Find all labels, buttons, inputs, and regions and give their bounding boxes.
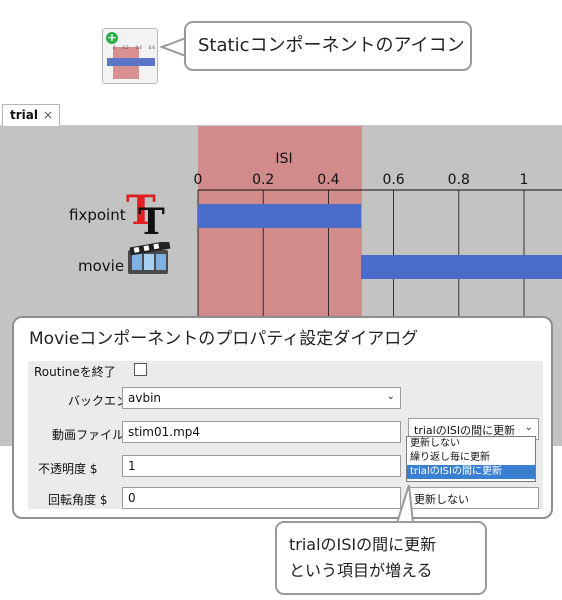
tick-label: 0.8 bbox=[448, 172, 470, 188]
new-option-callout: trialのISIの間に更新 という項目が増える bbox=[275, 521, 487, 595]
movie-component-icon[interactable] bbox=[126, 242, 174, 278]
movie-file-label: 動画ファイル bbox=[52, 428, 125, 442]
component-label-fixpoint[interactable]: fixpoint bbox=[69, 206, 126, 224]
callout-text: Staticコンポーネントのアイコン bbox=[198, 35, 465, 56]
callout-line-1: trialのISIの間に更新 bbox=[289, 535, 437, 554]
tick-label: 1 bbox=[520, 172, 529, 188]
chevron-down-icon: ⌄ bbox=[386, 391, 395, 402]
static-section-label: ISI bbox=[275, 151, 292, 167]
tick-label: 0.2 bbox=[252, 172, 274, 188]
callout-line-2: という項目が増える bbox=[289, 561, 433, 580]
dialog-title: Movieコンポーネントのプロパティ設定ダイアログ bbox=[29, 329, 419, 349]
end-routine-checkbox[interactable] bbox=[134, 363, 147, 376]
end-routine-label: Routineを終了 bbox=[34, 365, 116, 379]
opacity-input[interactable]: 1 bbox=[122, 455, 401, 477]
add-icon: + bbox=[106, 31, 118, 44]
rotation-label: 回転角度 $ bbox=[48, 493, 108, 507]
rotation-input[interactable]: 0 bbox=[122, 487, 401, 509]
dropdown-option[interactable]: 繰り返し毎に更新 bbox=[407, 451, 535, 465]
chevron-down-icon: ⌄ bbox=[524, 422, 533, 433]
component-bar bbox=[107, 58, 155, 66]
component-label-movie[interactable]: movie bbox=[78, 257, 124, 275]
backend-value: avbin bbox=[128, 391, 162, 405]
text-component-icon[interactable]: T T bbox=[126, 190, 174, 238]
component-bar-fixpoint[interactable] bbox=[198, 204, 361, 228]
rotation-update-value: 更新しない bbox=[414, 493, 469, 506]
svg-text:T: T bbox=[138, 201, 165, 238]
routine-tab-bar: trial × bbox=[0, 102, 562, 127]
movie-file-input[interactable]: stim01.mp4 bbox=[122, 421, 401, 443]
rotation-update-select[interactable]: 更新しない bbox=[408, 487, 539, 509]
dropdown-option-selected[interactable]: trialのISIの間に更新 bbox=[407, 465, 535, 479]
update-dropdown-list: 更新しない 繰り返し毎に更新 trialのISIの間に更新 bbox=[406, 436, 536, 482]
tab-trial[interactable]: trial × bbox=[2, 104, 60, 127]
backend-select[interactable]: avbin ⌄ bbox=[122, 387, 401, 409]
dropdown-option[interactable]: 更新しない bbox=[407, 437, 535, 451]
static-component-icon: + 0 0.2 0.4 0.6 bbox=[102, 28, 158, 84]
close-icon[interactable]: × bbox=[43, 108, 53, 122]
movie-properties-dialog: Movieコンポーネントのプロパティ設定ダイアログ Routineを終了 バック… bbox=[12, 316, 553, 519]
tick-label: 0 bbox=[194, 172, 203, 188]
tick-label: 0.4 bbox=[317, 172, 339, 188]
icon-tick-labels: 0 0.2 0.4 0.6 bbox=[113, 45, 155, 50]
dialog-body: Routineを終了 バックエンド avbin ⌄ 動画ファイル stim01.… bbox=[28, 361, 543, 509]
tick-label: 0.6 bbox=[382, 172, 404, 188]
callout-tail bbox=[395, 485, 415, 524]
tab-label: trial bbox=[10, 108, 38, 122]
opacity-label: 不透明度 $ bbox=[38, 462, 98, 476]
static-icon-callout: Staticコンポーネントのアイコン bbox=[184, 21, 472, 71]
component-bar-movie[interactable] bbox=[361, 255, 562, 279]
